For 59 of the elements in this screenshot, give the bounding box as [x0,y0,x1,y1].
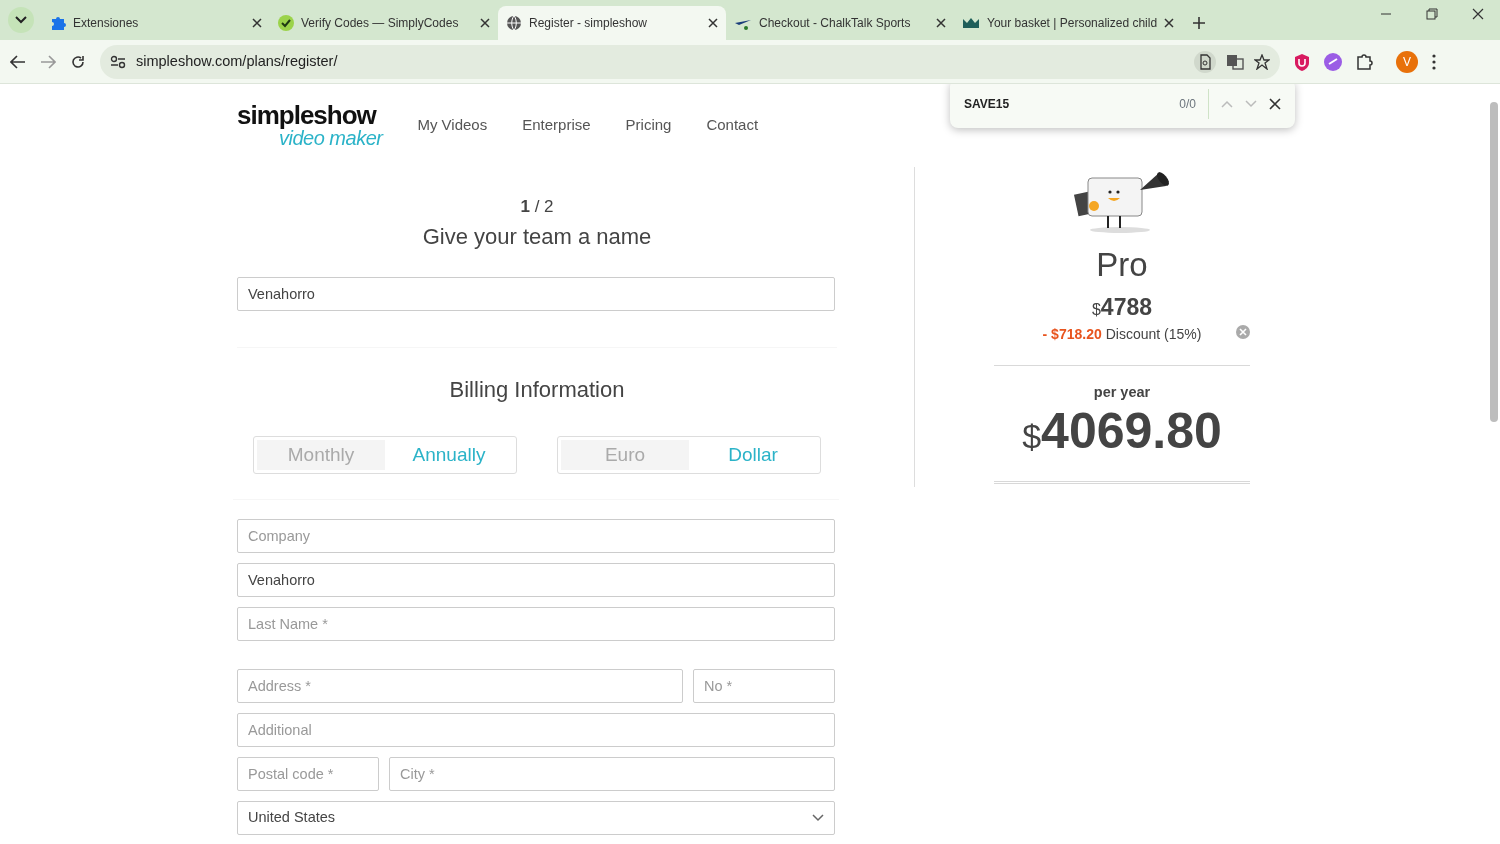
close-icon[interactable] [1164,18,1175,28]
browser-tab[interactable]: Register - simpleshow [498,6,726,40]
browser-tab[interactable]: Verify Codes — SimplyCodes [270,6,498,40]
url-text: simpleshow.com/plans/register/ [136,51,339,71]
input-field[interactable]: No * [693,669,835,704]
reload-icon[interactable] [70,53,86,70]
section-heading: Billing Information [448,376,626,404]
input-field[interactable]: Last Name * [237,607,835,642]
pen-extension-icon[interactable] [1324,52,1342,71]
input-field[interactable]: Company [237,519,835,554]
team-name-field[interactable]: Venahorro [237,276,835,311]
input-field[interactable]: Address * [237,669,683,704]
back-arrow-icon[interactable] [10,54,26,69]
find-in-page-icon[interactable] [1194,50,1216,73]
billing-period: per year [1092,383,1152,402]
find-query[interactable]: SAVE15 [964,94,1168,113]
check-circle-icon [278,15,294,31]
nav-link[interactable]: Enterprise [522,113,591,137]
discount-label: Discount (15%) [1105,325,1202,344]
chevron-down-icon [15,16,27,24]
translate-icon[interactable] [1226,53,1244,70]
restore-icon[interactable] [1426,8,1438,20]
nav-link[interactable]: Pricing [625,113,672,137]
close-icon[interactable] [1472,8,1484,20]
forward-arrow-icon[interactable] [40,54,56,69]
chevron-down-icon [812,814,824,823]
nav-link[interactable]: Contact [706,113,759,137]
input-field[interactable]: City * [389,757,835,792]
extensions-puzzle-icon[interactable] [1356,52,1374,71]
close-icon[interactable] [936,18,946,28]
star-icon[interactable] [1254,53,1270,70]
plan-price: $4788 [1090,292,1154,322]
total-price: $4069.80 [1021,403,1223,459]
country-select[interactable]: United States [237,801,835,836]
address-bar[interactable]: simpleshow.com/plans/register/ [100,44,1280,79]
browser-tab[interactable]: Extensiones [42,6,270,40]
puzzle-icon [50,15,66,31]
close-icon[interactable] [252,18,262,28]
shield-extension-icon[interactable] [1294,52,1310,71]
browser-tab[interactable]: Checkout - ChalkTalk Sports [726,6,954,40]
globe-icon [506,15,522,31]
plus-icon[interactable] [1192,16,1206,30]
step-indicator: 1 / 2 [519,196,555,218]
discount-amount: - $718.20 [1042,325,1102,344]
match-count: 0/0 [1179,95,1196,113]
nav-link[interactable]: My Videos [417,113,488,137]
input-field[interactable]: Additional [237,713,835,748]
browser-tab[interactable]: Your basket | Personalized child [954,6,1182,40]
plan-name: Pro [1095,245,1149,285]
close-icon[interactable] [708,18,718,28]
close-icon[interactable] [1269,97,1281,110]
more-menu-icon[interactable] [1432,53,1436,70]
close-icon[interactable] [480,18,490,28]
input-field[interactable]: Postal code * [237,757,379,792]
input-field[interactable]: Venahorro [237,563,835,598]
section-heading: Give your team a name [421,223,653,250]
tab-search-button[interactable] [8,7,34,33]
crown-icon [962,16,980,30]
site-settings-icon[interactable] [110,54,126,69]
